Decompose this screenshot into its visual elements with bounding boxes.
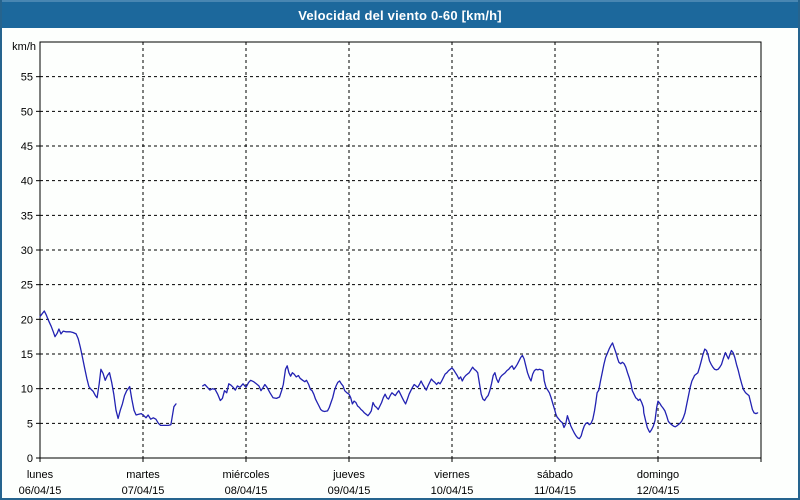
x-day-label: domingo — [637, 469, 679, 481]
y-tick-label: 15 — [21, 349, 33, 361]
wind-speed-chart-window: Velocidad del viento 0-60 [km/h] 0 5 10 15 2… — [0, 0, 800, 500]
wind-speed-chart: 0 5 10 15 20 25 30 35 40 45 50 55 km/h lunes 06/04/15 m… — [12, 41, 762, 497]
x-date-label: 07/04/15 — [122, 485, 165, 497]
x-date-label: 10/04/15 — [431, 485, 474, 497]
y-tick-label: 25 — [21, 280, 33, 292]
y-tick-label: 40 — [21, 176, 33, 188]
x-date-label: 06/04/15 — [19, 485, 62, 497]
x-day-label: lunes — [27, 469, 54, 481]
x-day-label: viernes — [434, 469, 470, 481]
x-date-label: 12/04/15 — [637, 485, 680, 497]
x-day-label: martes — [126, 469, 160, 481]
y-tick-label: 30 — [21, 245, 33, 257]
y-tick-label: 55 — [21, 72, 33, 84]
y-tick-label: 20 — [21, 314, 33, 326]
y-tick-label: 0 — [27, 453, 33, 465]
y-tick-label: 10 — [21, 384, 33, 396]
y-tick-label: 50 — [21, 106, 33, 118]
y-axis-unit-label: km/h — [12, 41, 36, 53]
y-tick-label: 35 — [21, 210, 33, 222]
x-day-label: sábado — [537, 469, 573, 481]
x-date-label: 08/04/15 — [225, 485, 268, 497]
wind-speed-line — [39, 310, 177, 427]
wind-speed-line — [202, 342, 759, 440]
x-date-label: 09/04/15 — [328, 485, 371, 497]
x-day-label: jueves — [332, 469, 365, 481]
y-tick-label: 5 — [27, 418, 33, 430]
x-day-label: miércoles — [222, 469, 270, 481]
x-date-label: 11/04/15 — [534, 485, 576, 497]
y-tick-label: 45 — [21, 141, 33, 153]
